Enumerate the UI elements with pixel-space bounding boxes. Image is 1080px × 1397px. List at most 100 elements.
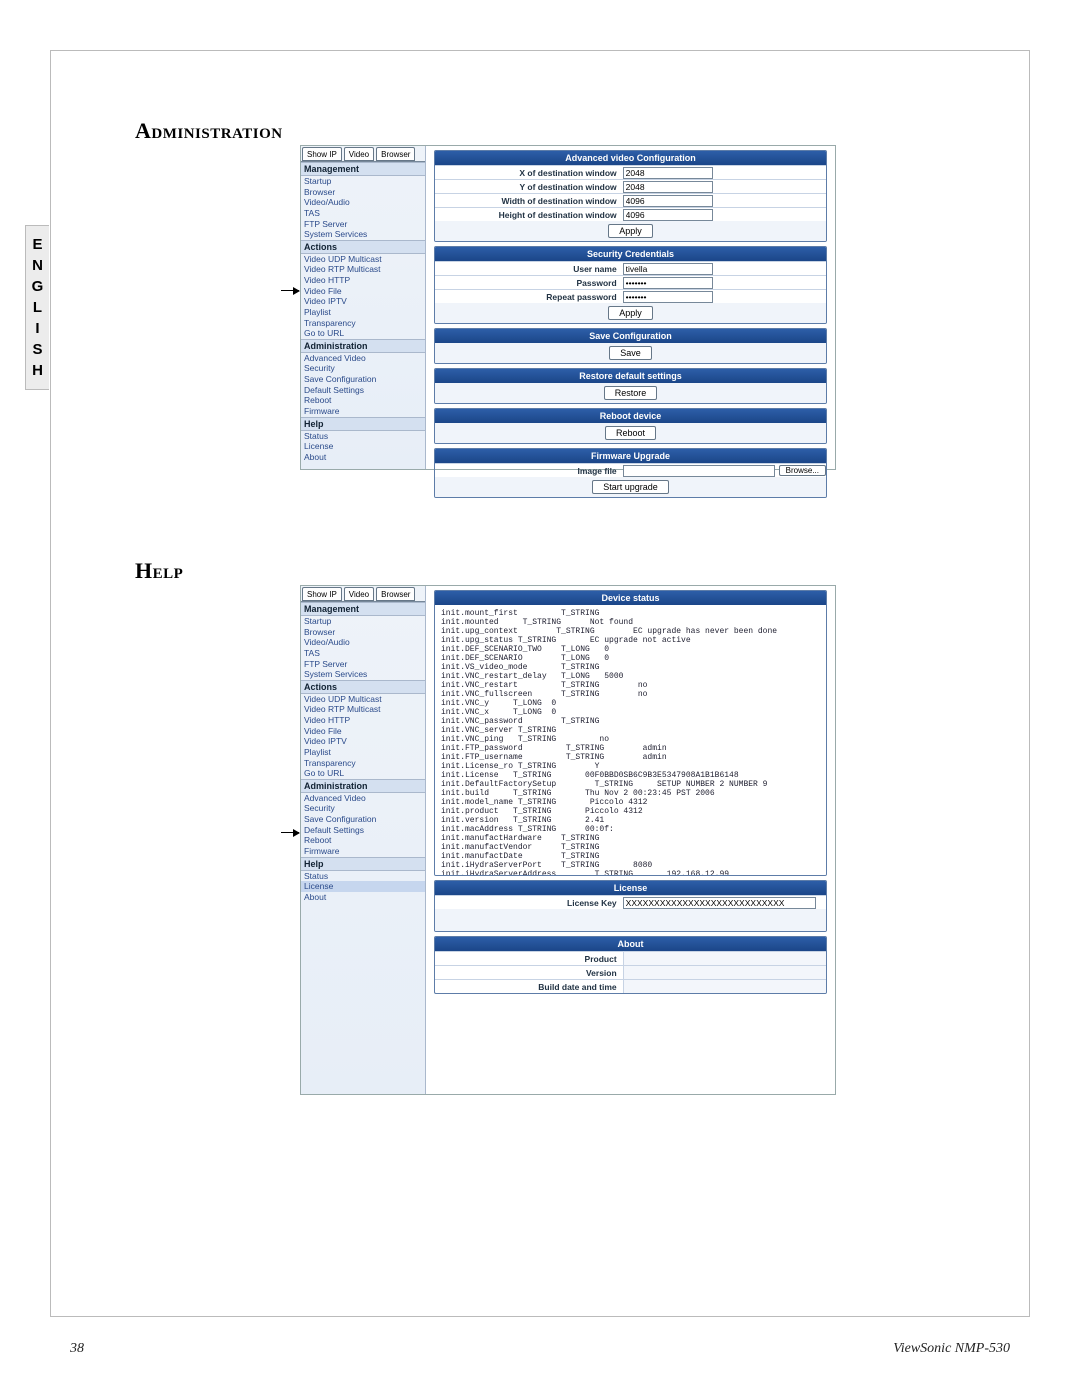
label: Y of destination window (435, 182, 623, 192)
sidebar-item[interactable]: Video IPTV (301, 296, 425, 307)
pointer-arrow (281, 290, 299, 291)
x-input[interactable] (623, 167, 713, 179)
sidebar-item[interactable]: Firmware (301, 846, 425, 857)
sidebar-item-about[interactable]: About (301, 892, 425, 903)
sidebar-item[interactable]: TAS (301, 208, 425, 219)
sidebar-item[interactable]: Browser (301, 187, 425, 198)
save-button[interactable]: Save (609, 346, 652, 360)
sidebar-item[interactable]: Reboot (301, 835, 425, 846)
sidebar-item-status[interactable]: Status (301, 871, 425, 882)
device-status-text[interactable]: init.mount_first T_STRING init.mounted T… (435, 605, 826, 875)
label: User name (435, 264, 623, 274)
sidebar-item[interactable]: Video/Audio (301, 637, 425, 648)
tab-browser[interactable]: Browser (376, 147, 415, 161)
sidebar-group-management: Management (301, 162, 425, 176)
sidebar-group-help: Help (301, 857, 425, 871)
license-key-input[interactable] (623, 897, 816, 909)
sidebar-item[interactable]: Video RTP Multicast (301, 264, 425, 275)
sidebar-item[interactable]: Transparency (301, 758, 425, 769)
label: Version (435, 968, 623, 978)
sidebar-item[interactable]: Video HTTP (301, 275, 425, 286)
sidebar-item[interactable]: TAS (301, 648, 425, 659)
sidebar-group-administration: Administration (301, 779, 425, 793)
sidebar-item[interactable]: System Services (301, 669, 425, 680)
language-tab: E N G L I S H (25, 225, 49, 390)
username-input[interactable] (623, 263, 713, 275)
sidebar-item[interactable]: Security (301, 803, 425, 814)
sidebar-item[interactable]: Startup (301, 176, 425, 187)
lang-letter: E (26, 234, 49, 255)
tab-browser[interactable]: Browser (376, 587, 415, 601)
apply-button[interactable]: Apply (608, 306, 653, 320)
panel-title: Advanced video Configuration (435, 151, 826, 165)
product-value (623, 952, 826, 965)
sidebar-item[interactable]: Save Configuration (301, 374, 425, 385)
lang-letter: I (26, 318, 49, 339)
tab-show-ip[interactable]: Show IP (302, 147, 342, 161)
h-input[interactable] (623, 209, 713, 221)
sidebar-item[interactable]: Advanced Video (301, 793, 425, 804)
sidebar-item[interactable]: Video UDP Multicast (301, 254, 425, 265)
sidebar-item[interactable]: Advanced Video (301, 353, 425, 364)
panel-title: Device status (435, 591, 826, 605)
label: Password (435, 278, 623, 288)
apply-button[interactable]: Apply (608, 224, 653, 238)
admin-main: Advanced video Configuration X of destin… (426, 146, 835, 469)
panel-title: Reboot device (435, 409, 826, 423)
sidebar-item[interactable]: Default Settings (301, 825, 425, 836)
page-footer: 38 ViewSonic NMP-530 (70, 1341, 1010, 1357)
sidebar-item[interactable]: Video File (301, 726, 425, 737)
sidebar-item[interactable]: Playlist (301, 307, 425, 318)
restore-button[interactable]: Restore (604, 386, 658, 400)
password-input[interactable] (623, 277, 713, 289)
reboot-button[interactable]: Reboot (605, 426, 656, 440)
sidebar-item[interactable]: Video IPTV (301, 736, 425, 747)
panel-about: About Product Version Build date and tim… (434, 936, 827, 994)
tab-video[interactable]: Video (344, 587, 374, 601)
help-screenshot: Show IP Video Browser Management Startup… (300, 585, 836, 1095)
lang-letter: S (26, 339, 49, 360)
sidebar-item[interactable]: Transparency (301, 318, 425, 329)
panel-title: About (435, 937, 826, 951)
sidebar-item[interactable]: Default Settings (301, 385, 425, 396)
panel-security: Security Credentials User name Password … (434, 246, 827, 324)
image-file-input[interactable] (623, 465, 775, 477)
sidebar-item[interactable]: Browser (301, 627, 425, 638)
sidebar-item[interactable]: Playlist (301, 747, 425, 758)
sidebar-item[interactable]: FTP Server (301, 659, 425, 670)
lang-letter: L (26, 297, 49, 318)
repeat-password-input[interactable] (623, 291, 713, 303)
tab-video[interactable]: Video (344, 147, 374, 161)
label: Image file (435, 466, 623, 476)
sidebar-item[interactable]: Go to URL (301, 768, 425, 779)
sidebar-item[interactable]: Reboot (301, 395, 425, 406)
sidebar-item[interactable]: About (301, 452, 425, 463)
browse-button[interactable]: Browse... (779, 465, 826, 476)
sidebar-item[interactable]: Status (301, 431, 425, 442)
sidebar-item[interactable]: Video File (301, 286, 425, 297)
sidebar-item-license[interactable]: License (301, 881, 425, 892)
panel-advanced-video: Advanced video Configuration X of destin… (434, 150, 827, 242)
sidebar-item[interactable]: License (301, 441, 425, 452)
y-input[interactable] (623, 181, 713, 193)
sidebar-item[interactable]: Go to URL (301, 328, 425, 339)
label: Build date and time (435, 982, 623, 992)
start-upgrade-button[interactable]: Start upgrade (592, 480, 669, 494)
sidebar-group-help: Help (301, 417, 425, 431)
sidebar-item[interactable]: Video HTTP (301, 715, 425, 726)
sidebar-item[interactable]: Startup (301, 616, 425, 627)
sidebar-item[interactable]: System Services (301, 229, 425, 240)
section-heading-help: Help (135, 558, 183, 584)
sidebar-item[interactable]: Video/Audio (301, 197, 425, 208)
w-input[interactable] (623, 195, 713, 207)
tab-show-ip[interactable]: Show IP (302, 587, 342, 601)
sidebar-item[interactable]: FTP Server (301, 219, 425, 230)
sidebar-item[interactable]: Save Configuration (301, 814, 425, 825)
label: License Key (435, 898, 623, 908)
sidebar-item[interactable]: Video UDP Multicast (301, 694, 425, 705)
sidebar-item[interactable]: Video RTP Multicast (301, 704, 425, 715)
sidebar-group-administration: Administration (301, 339, 425, 353)
sidebar-item[interactable]: Security (301, 363, 425, 374)
sidebar-item[interactable]: Firmware (301, 406, 425, 417)
lang-letter: H (26, 360, 49, 381)
